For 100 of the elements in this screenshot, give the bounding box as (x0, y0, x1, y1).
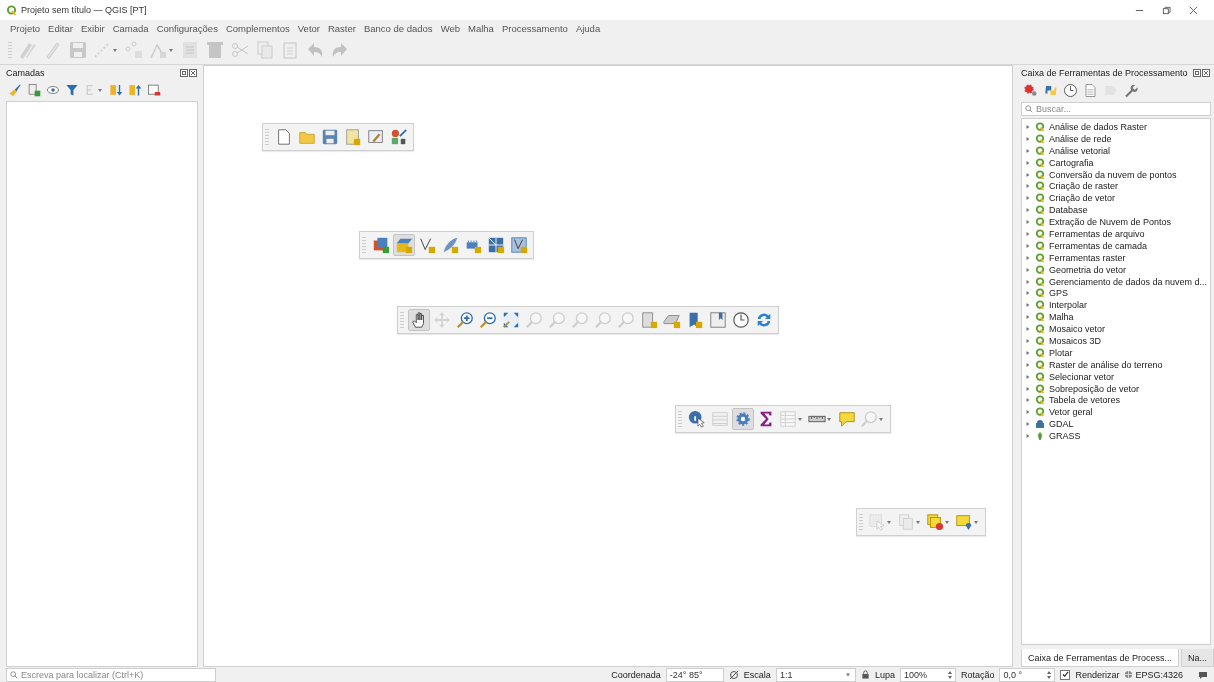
messages-icon[interactable] (1198, 669, 1208, 680)
expand-arrow-icon[interactable] (1025, 266, 1031, 273)
coordinate-field[interactable]: -24° 85° (665, 667, 724, 682)
expand-arrow-icon[interactable] (1025, 433, 1031, 440)
expand-arrow-icon[interactable] (1025, 314, 1031, 321)
remove-layer-icon[interactable] (145, 81, 163, 99)
gear-icon[interactable] (732, 408, 754, 430)
tree-item[interactable]: Vetor geral (1049, 407, 1093, 418)
lock-icon[interactable] (860, 670, 870, 679)
expand-arrow-icon[interactable] (1025, 349, 1031, 356)
tree-item[interactable]: GRASS (1049, 431, 1081, 442)
tree-item[interactable]: Cartografia (1049, 157, 1094, 168)
tree-item[interactable]: Interpolar (1049, 300, 1088, 311)
hand-icon[interactable] (408, 309, 430, 331)
locator-search-field[interactable]: Escreva para localizar (Ctrl+K) (6, 667, 216, 682)
menu-item[interactable]: Banco de dados (359, 22, 437, 34)
tree-item[interactable]: Ferramentas raster (1049, 252, 1126, 263)
render-checkbox[interactable] (1060, 669, 1071, 680)
expand-arrow-icon[interactable] (1025, 254, 1031, 261)
dock-buttons-icon[interactable] (180, 69, 198, 77)
scale-combo[interactable]: 1:1 (775, 667, 856, 682)
tree-item[interactable]: Análise vetorial (1049, 145, 1111, 156)
tree-item[interactable]: Selecionar vetor (1049, 371, 1115, 382)
expand-arrow-icon[interactable] (1025, 207, 1031, 214)
expand-arrow-icon[interactable] (1025, 123, 1031, 130)
spin-arrows-icon[interactable] (1046, 669, 1053, 680)
expand-arrow-icon[interactable] (1025, 171, 1031, 178)
expand-arrow-icon[interactable] (1025, 397, 1031, 404)
panel-tab[interactable]: Na... (1181, 649, 1214, 667)
expand-arrow-icon[interactable] (1025, 242, 1031, 249)
toolbar-grip[interactable] (400, 312, 404, 328)
tree-item[interactable]: GDAL (1049, 419, 1074, 430)
toolbar-grip[interactable] (8, 42, 12, 58)
tree-item[interactable]: Raster de análise do terreno (1049, 359, 1163, 370)
dropdown-caret-icon[interactable] (845, 673, 850, 676)
zoom-out-icon[interactable] (477, 309, 499, 331)
expand-arrow-icon[interactable] (1025, 135, 1031, 142)
tree-item[interactable]: Malha (1049, 312, 1074, 323)
restore-icon[interactable] (1162, 5, 1171, 15)
menu-item[interactable]: Configurações (152, 22, 222, 34)
menu-item[interactable]: Vetor (293, 22, 324, 34)
expand-arrow-icon[interactable] (1025, 230, 1031, 237)
expand-arrow-icon[interactable] (1025, 290, 1031, 297)
expand-arrow-icon[interactable] (1025, 147, 1031, 154)
zoom-in-icon[interactable] (454, 309, 476, 331)
menu-item[interactable]: Ajuda (571, 22, 605, 34)
expand-arrow-icon[interactable] (1025, 302, 1031, 309)
extents-toggle-icon[interactable] (728, 669, 739, 680)
spin-arrows-icon[interactable] (946, 669, 953, 680)
tree-item[interactable]: Database (1049, 205, 1088, 216)
tree-item[interactable]: Criação de raster (1049, 181, 1119, 192)
expand-arrow-icon[interactable] (1025, 337, 1031, 344)
magnifier-spinbox[interactable]: 100% (899, 667, 956, 682)
polygon-icon[interactable] (508, 234, 530, 256)
book-icon[interactable] (707, 309, 729, 331)
tree-item[interactable]: Tabela de vetores (1049, 395, 1121, 406)
tree-item[interactable]: Análise de dados Raster (1049, 121, 1148, 132)
expand-arrow-icon[interactable] (1025, 385, 1031, 392)
menu-item[interactable]: Processamento (497, 22, 572, 34)
expand-arrow-icon[interactable] (1025, 278, 1031, 285)
panel-tab[interactable]: Caixa de Ferramentas de Process... (1021, 649, 1180, 667)
tree-item[interactable]: GPS (1049, 288, 1068, 299)
menu-item[interactable]: Raster (323, 22, 360, 34)
toolbar-grip[interactable] (678, 411, 682, 427)
tree-item[interactable]: Ferramentas de camada (1049, 240, 1148, 251)
tree-item[interactable]: Mosaico vetor (1049, 324, 1106, 335)
tree-item[interactable]: Criação de vetor (1049, 193, 1116, 204)
tree-item[interactable]: Extração de Nuvem de Pontos (1049, 217, 1172, 228)
expand-arrow-icon[interactable] (1025, 361, 1031, 368)
expand-arrow-icon[interactable] (1025, 195, 1031, 202)
toolbar-grip[interactable] (362, 237, 366, 253)
toolbar-grip[interactable] (265, 129, 269, 145)
menu-item[interactable]: Exibir (76, 22, 109, 34)
expand-arrow-icon[interactable] (1025, 159, 1031, 166)
menu-item[interactable]: Malha (464, 22, 498, 34)
search-field[interactable]: Buscar... (1021, 102, 1211, 116)
expand-arrow-icon[interactable] (1025, 326, 1031, 333)
expand-arrow-icon[interactable] (1025, 373, 1031, 380)
clock-icon[interactable] (1061, 81, 1080, 100)
tree-item[interactable]: Ferramentas de arquivo (1049, 228, 1145, 239)
tree-item[interactable]: Sobreposição de vetor (1049, 383, 1140, 394)
close-icon[interactable] (1189, 5, 1198, 15)
crs-button[interactable]: EPSG:4326 (1124, 669, 1183, 680)
menu-item[interactable]: Web (436, 22, 464, 34)
box-icon[interactable] (393, 234, 415, 256)
rotation-spinbox[interactable]: 0,0 ° (999, 667, 1056, 682)
expand-arrow-icon[interactable] (1025, 409, 1031, 416)
dock-buttons-icon[interactable] (1193, 69, 1211, 77)
expand-arrow-icon[interactable] (1025, 183, 1031, 190)
tree-item[interactable]: Gerenciamento de dados da nuvem d... (1049, 276, 1208, 287)
menu-item[interactable]: Editar (44, 22, 77, 34)
info-icon[interactable] (686, 408, 708, 430)
tree-item[interactable]: Geometria do vetor (1049, 264, 1127, 275)
expand-arrow-icon[interactable] (1025, 219, 1031, 226)
add-group-icon[interactable] (25, 81, 43, 99)
toolbar-grip[interactable] (859, 514, 863, 530)
menu-item[interactable]: Projeto (6, 22, 45, 34)
expand-arrow-icon[interactable] (1025, 421, 1031, 428)
menu-item[interactable]: Camada (108, 22, 153, 34)
tree-item[interactable]: Análise de rede (1049, 133, 1112, 144)
